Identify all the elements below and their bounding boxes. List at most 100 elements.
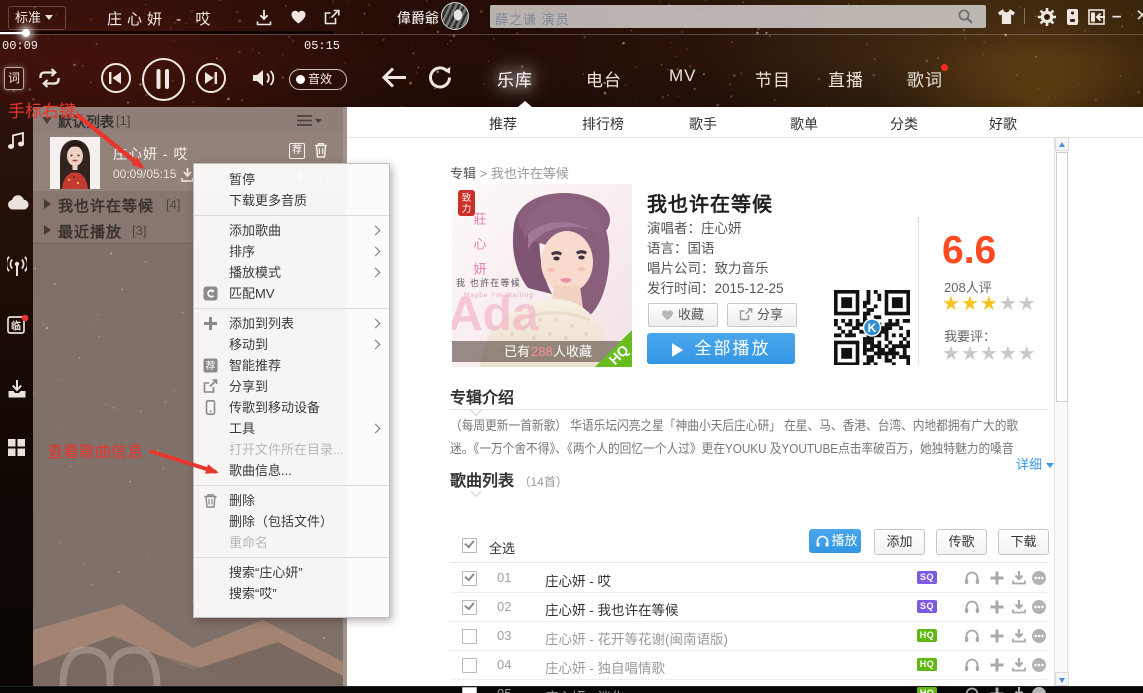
intro-more-link[interactable]: 详细 — [1016, 454, 1055, 473]
nav-tab-programs[interactable]: 节目 — [755, 66, 791, 91]
phone-transfer-icon[interactable] — [1066, 8, 1079, 26]
add-plus-icon[interactable] — [989, 686, 1005, 693]
star-icon[interactable]: ★ — [999, 343, 1018, 365]
menu-item-search-artist[interactable]: 搜索“庄心妍” — [194, 562, 389, 583]
add-plus-icon[interactable] — [989, 570, 1005, 586]
avatar[interactable] — [441, 2, 469, 30]
menu-item-delete[interactable]: 删除 — [194, 490, 389, 511]
cloud-music-icon[interactable] — [7, 194, 29, 210]
star-icon[interactable]: ★ — [961, 343, 980, 365]
listen-headphone-icon[interactable] — [964, 570, 980, 585]
share-button[interactable]: 分享 — [727, 303, 797, 327]
subnav-recommend[interactable]: 推荐 — [489, 114, 517, 134]
song-row-04[interactable]: 04 庄心妍 - 独自唱情歌 HQ — [450, 650, 1047, 680]
download-manager-icon[interactable] — [7, 379, 27, 399]
download-tray-icon[interactable] — [1011, 570, 1027, 585]
skin-tshirt-icon[interactable] — [997, 8, 1016, 25]
more-options-icon[interactable] — [1031, 599, 1047, 615]
menu-item-move-to[interactable]: 移动到 — [194, 334, 389, 355]
star-icon[interactable]: ★ — [961, 293, 980, 315]
song-row-03[interactable]: 03 庄心妍 - 花开等花谢(闽南语版) HQ — [450, 621, 1047, 651]
download-tray-icon[interactable] — [1011, 599, 1027, 614]
more-options-icon[interactable] — [1031, 628, 1047, 644]
select-all-checkbox[interactable] — [462, 538, 477, 553]
menu-item-tools[interactable]: 工具 — [194, 418, 389, 439]
song-title[interactable]: 庄心妍 - 我也许在等候 — [545, 599, 679, 619]
scrollbar-thumb[interactable] — [1056, 152, 1068, 402]
subnav-goodsongs[interactable]: 好歌 — [989, 114, 1017, 134]
my-rating-stars[interactable]: ★★★★★ — [942, 341, 1037, 366]
add-plus-icon[interactable] — [989, 657, 1005, 673]
lyrics-toggle-button[interactable]: 词 — [4, 67, 24, 90]
menu-item-share-to[interactable]: 分享到 — [194, 376, 389, 397]
song-checkbox[interactable] — [462, 629, 477, 644]
song-checkbox[interactable] — [462, 658, 477, 673]
menu-item-smart-recommend[interactable]: 荐 智能推荐 — [194, 355, 389, 376]
pause-button[interactable] — [142, 58, 185, 101]
star-icon[interactable]: ★ — [1018, 293, 1037, 315]
username[interactable]: 偉爵爺 — [397, 8, 439, 28]
add-plus-icon[interactable] — [989, 599, 1005, 615]
search-icon[interactable] — [957, 8, 974, 25]
mini-mode-icon[interactable] — [1088, 9, 1106, 25]
download-tray-icon[interactable] — [1011, 628, 1027, 643]
nav-tab-lyrics[interactable]: 歌词 — [907, 66, 943, 91]
more-options-icon[interactable] — [1031, 570, 1047, 586]
menu-item-pause[interactable]: 暂停 — [194, 169, 389, 190]
expand-arrow-icon[interactable] — [44, 199, 51, 209]
star-icon[interactable]: ★ — [999, 293, 1018, 315]
star-icon[interactable]: ★ — [1018, 343, 1037, 365]
song-title[interactable]: 庄心妍 - 淡化 — [545, 686, 625, 693]
send-to-device-button[interactable]: 传歌 — [936, 529, 987, 555]
expand-arrow-icon[interactable] — [44, 225, 51, 235]
play-selected-button[interactable]: 播放 — [809, 529, 861, 553]
favorite-button[interactable]: 收藏 — [648, 303, 718, 327]
listen-headphone-icon[interactable] — [964, 657, 980, 672]
star-icon[interactable]: ★ — [980, 293, 999, 315]
minimize-button[interactable]: – — [1112, 6, 1126, 25]
refresh-icon[interactable] — [428, 66, 452, 89]
content-scrollbar[interactable] — [1054, 137, 1069, 686]
progress-bar-track[interactable] — [0, 31, 334, 34]
play-all-button[interactable]: 全部播放 — [647, 333, 795, 364]
menu-item-add-to-list[interactable]: 添加到列表 — [194, 313, 389, 334]
more-options-icon[interactable] — [1031, 657, 1047, 673]
collapse-arrow-icon[interactable] — [42, 117, 52, 124]
search-input[interactable]: 薛之谦 演员 — [490, 5, 986, 28]
menu-item-match-mv[interactable]: 匹配MV — [194, 283, 389, 304]
scroll-down-button[interactable] — [1055, 672, 1069, 686]
menu-item-sort[interactable]: 排序 — [194, 241, 389, 262]
menu-item-play-mode[interactable]: 播放模式 — [194, 262, 389, 283]
listen-headphone-icon[interactable] — [964, 628, 980, 643]
star-icon[interactable]: ★ — [942, 343, 961, 365]
star-icon[interactable]: ★ — [980, 343, 999, 365]
sound-effect-button[interactable]: 音效 — [289, 69, 347, 90]
recommend-badge[interactable]: 荐 — [289, 143, 305, 159]
next-button[interactable] — [196, 63, 226, 93]
add-button[interactable]: 添加 — [874, 529, 925, 555]
nav-tab-live[interactable]: 直播 — [828, 66, 864, 91]
close-button[interactable]: × — [1136, 4, 1143, 24]
play-mode-loop-icon[interactable] — [38, 68, 61, 88]
download-tray-icon[interactable] — [1011, 686, 1027, 693]
song-row-02[interactable]: 02 庄心妍 - 我也许在等候 SQ — [450, 592, 1047, 622]
more-options-icon[interactable] — [1031, 686, 1047, 693]
share-song-icon[interactable] — [324, 9, 341, 25]
settings-gear-icon[interactable] — [1038, 8, 1056, 26]
song-checkbox[interactable] — [462, 600, 477, 615]
download-song-icon[interactable] — [256, 9, 272, 26]
menu-item-download-quality[interactable]: 下载更多音质 — [194, 190, 389, 211]
subnav-categories[interactable]: 分类 — [890, 114, 918, 134]
menu-item-send-to-device[interactable]: 传歌到移动设备 — [194, 397, 389, 418]
volume-icon[interactable] — [252, 68, 278, 88]
favorite-heart-icon[interactable] — [290, 9, 307, 25]
back-arrow-icon[interactable] — [381, 67, 407, 88]
add-plus-icon[interactable] — [989, 628, 1005, 644]
nav-tab-library[interactable]: 乐库 — [497, 66, 533, 91]
trash-icon[interactable] — [314, 142, 328, 158]
listen-headphone-icon[interactable] — [964, 599, 980, 614]
quality-selector[interactable]: 标准 — [8, 6, 66, 30]
progress-bar-knob[interactable] — [22, 29, 30, 37]
playlist-header[interactable]: 默认列表 [1] — [33, 107, 343, 135]
menu-item-delete-with-file[interactable]: 删除（包括文件） — [194, 511, 389, 532]
